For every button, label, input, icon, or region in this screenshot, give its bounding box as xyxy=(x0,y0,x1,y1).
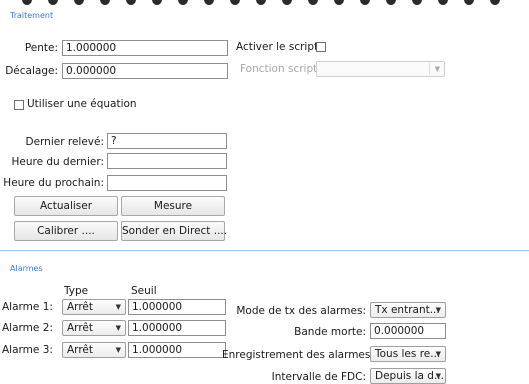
heure-dernier-field[interactable] xyxy=(107,153,227,169)
alarme-3-label: Alarme 3: xyxy=(2,344,53,356)
chevron-down-icon: ▼ xyxy=(435,306,441,314)
alarme-3-seuil-field[interactable]: 1.000000 xyxy=(128,342,226,358)
decalage-label: Décalage: xyxy=(5,65,58,77)
bande-morte-field[interactable]: 0.000000 xyxy=(370,323,446,339)
pente-field[interactable]: 1.000000 xyxy=(62,40,228,56)
alarme-3-type-value: Arrêt xyxy=(67,344,93,356)
chevron-down-icon: ▼ xyxy=(434,65,440,73)
intervalle-fdc-select[interactable]: Depuis la d... ▼ xyxy=(370,368,446,384)
section-title-traitement: Traitement xyxy=(10,11,54,20)
utiliser-equation-label: Utiliser une équation xyxy=(27,98,137,110)
heure-prochain-label: Heure du prochain: xyxy=(3,177,104,189)
chevron-down-icon: ▼ xyxy=(435,372,441,380)
intervalle-fdc-value: Depuis la d... xyxy=(375,370,444,382)
alarme-1-label: Alarme 1: xyxy=(2,301,53,313)
intervalle-fdc-label: Intervalle de FDC: xyxy=(271,371,366,383)
pente-label: Pente: xyxy=(24,42,58,54)
bande-morte-label: Bande morte: xyxy=(294,326,366,338)
enregistrement-alarmes-select[interactable]: Tous les re... ▼ xyxy=(370,346,446,362)
activer-script-checkbox[interactable] xyxy=(316,42,326,52)
alarme-1-type-select[interactable]: Arrêt ▼ xyxy=(62,299,126,315)
fonction-script-label: Fonction script: xyxy=(240,63,321,75)
dernier-releve-label: Dernier relevé: xyxy=(25,136,105,148)
alarme-2-type-select[interactable]: Arrêt ▼ xyxy=(62,320,126,336)
fonction-script-select[interactable]: ▼ xyxy=(316,61,445,77)
chevron-down-icon: ▼ xyxy=(115,303,121,311)
type-column-header: Type xyxy=(64,285,89,297)
alarme-3-type-select[interactable]: Arrêt ▼ xyxy=(62,342,126,358)
alarme-2-label: Alarme 2: xyxy=(2,322,53,334)
chevron-down-icon: ▼ xyxy=(115,346,121,354)
decalage-field[interactable]: 0.000000 xyxy=(62,63,228,79)
mode-tx-alarmes-value: Tx entrant... xyxy=(375,304,440,316)
chevron-down-icon: ▼ xyxy=(435,350,441,358)
enregistrement-alarmes-label: Enregistrement des alarmes: xyxy=(222,349,374,361)
seuil-column-header: Seuil xyxy=(131,285,157,297)
alarme-2-seuil-field[interactable]: 1.000000 xyxy=(128,320,226,336)
calibrer-button[interactable]: Calibrer .... xyxy=(14,221,118,241)
alarme-2-type-value: Arrêt xyxy=(67,322,93,334)
activer-script-label: Activer le script: xyxy=(236,41,322,53)
alarme-1-type-value: Arrêt xyxy=(67,301,93,313)
mode-tx-alarmes-label: Mode de tx des alarmes: xyxy=(236,305,366,317)
sonder-en-direct-button[interactable]: Sonder en Direct .... xyxy=(121,221,227,241)
top-edge-artifact xyxy=(0,0,529,8)
section-divider xyxy=(0,250,529,251)
heure-dernier-label: Heure du dernier: xyxy=(11,156,104,168)
enregistrement-alarmes-value: Tous les re... xyxy=(375,348,441,360)
mesure-button[interactable]: Mesure xyxy=(121,196,225,216)
alarme-1-seuil-field[interactable]: 1.000000 xyxy=(128,299,226,315)
actualiser-button[interactable]: Actualiser xyxy=(14,196,118,216)
heure-prochain-field[interactable] xyxy=(107,175,227,191)
select-separator xyxy=(429,63,430,75)
chevron-down-icon: ▼ xyxy=(115,324,121,332)
section-title-alarmes: Alarmes xyxy=(10,264,43,273)
utiliser-equation-checkbox[interactable] xyxy=(14,100,24,110)
mode-tx-alarmes-select[interactable]: Tx entrant... ▼ xyxy=(370,302,446,318)
dernier-releve-field[interactable]: ? xyxy=(107,133,227,149)
